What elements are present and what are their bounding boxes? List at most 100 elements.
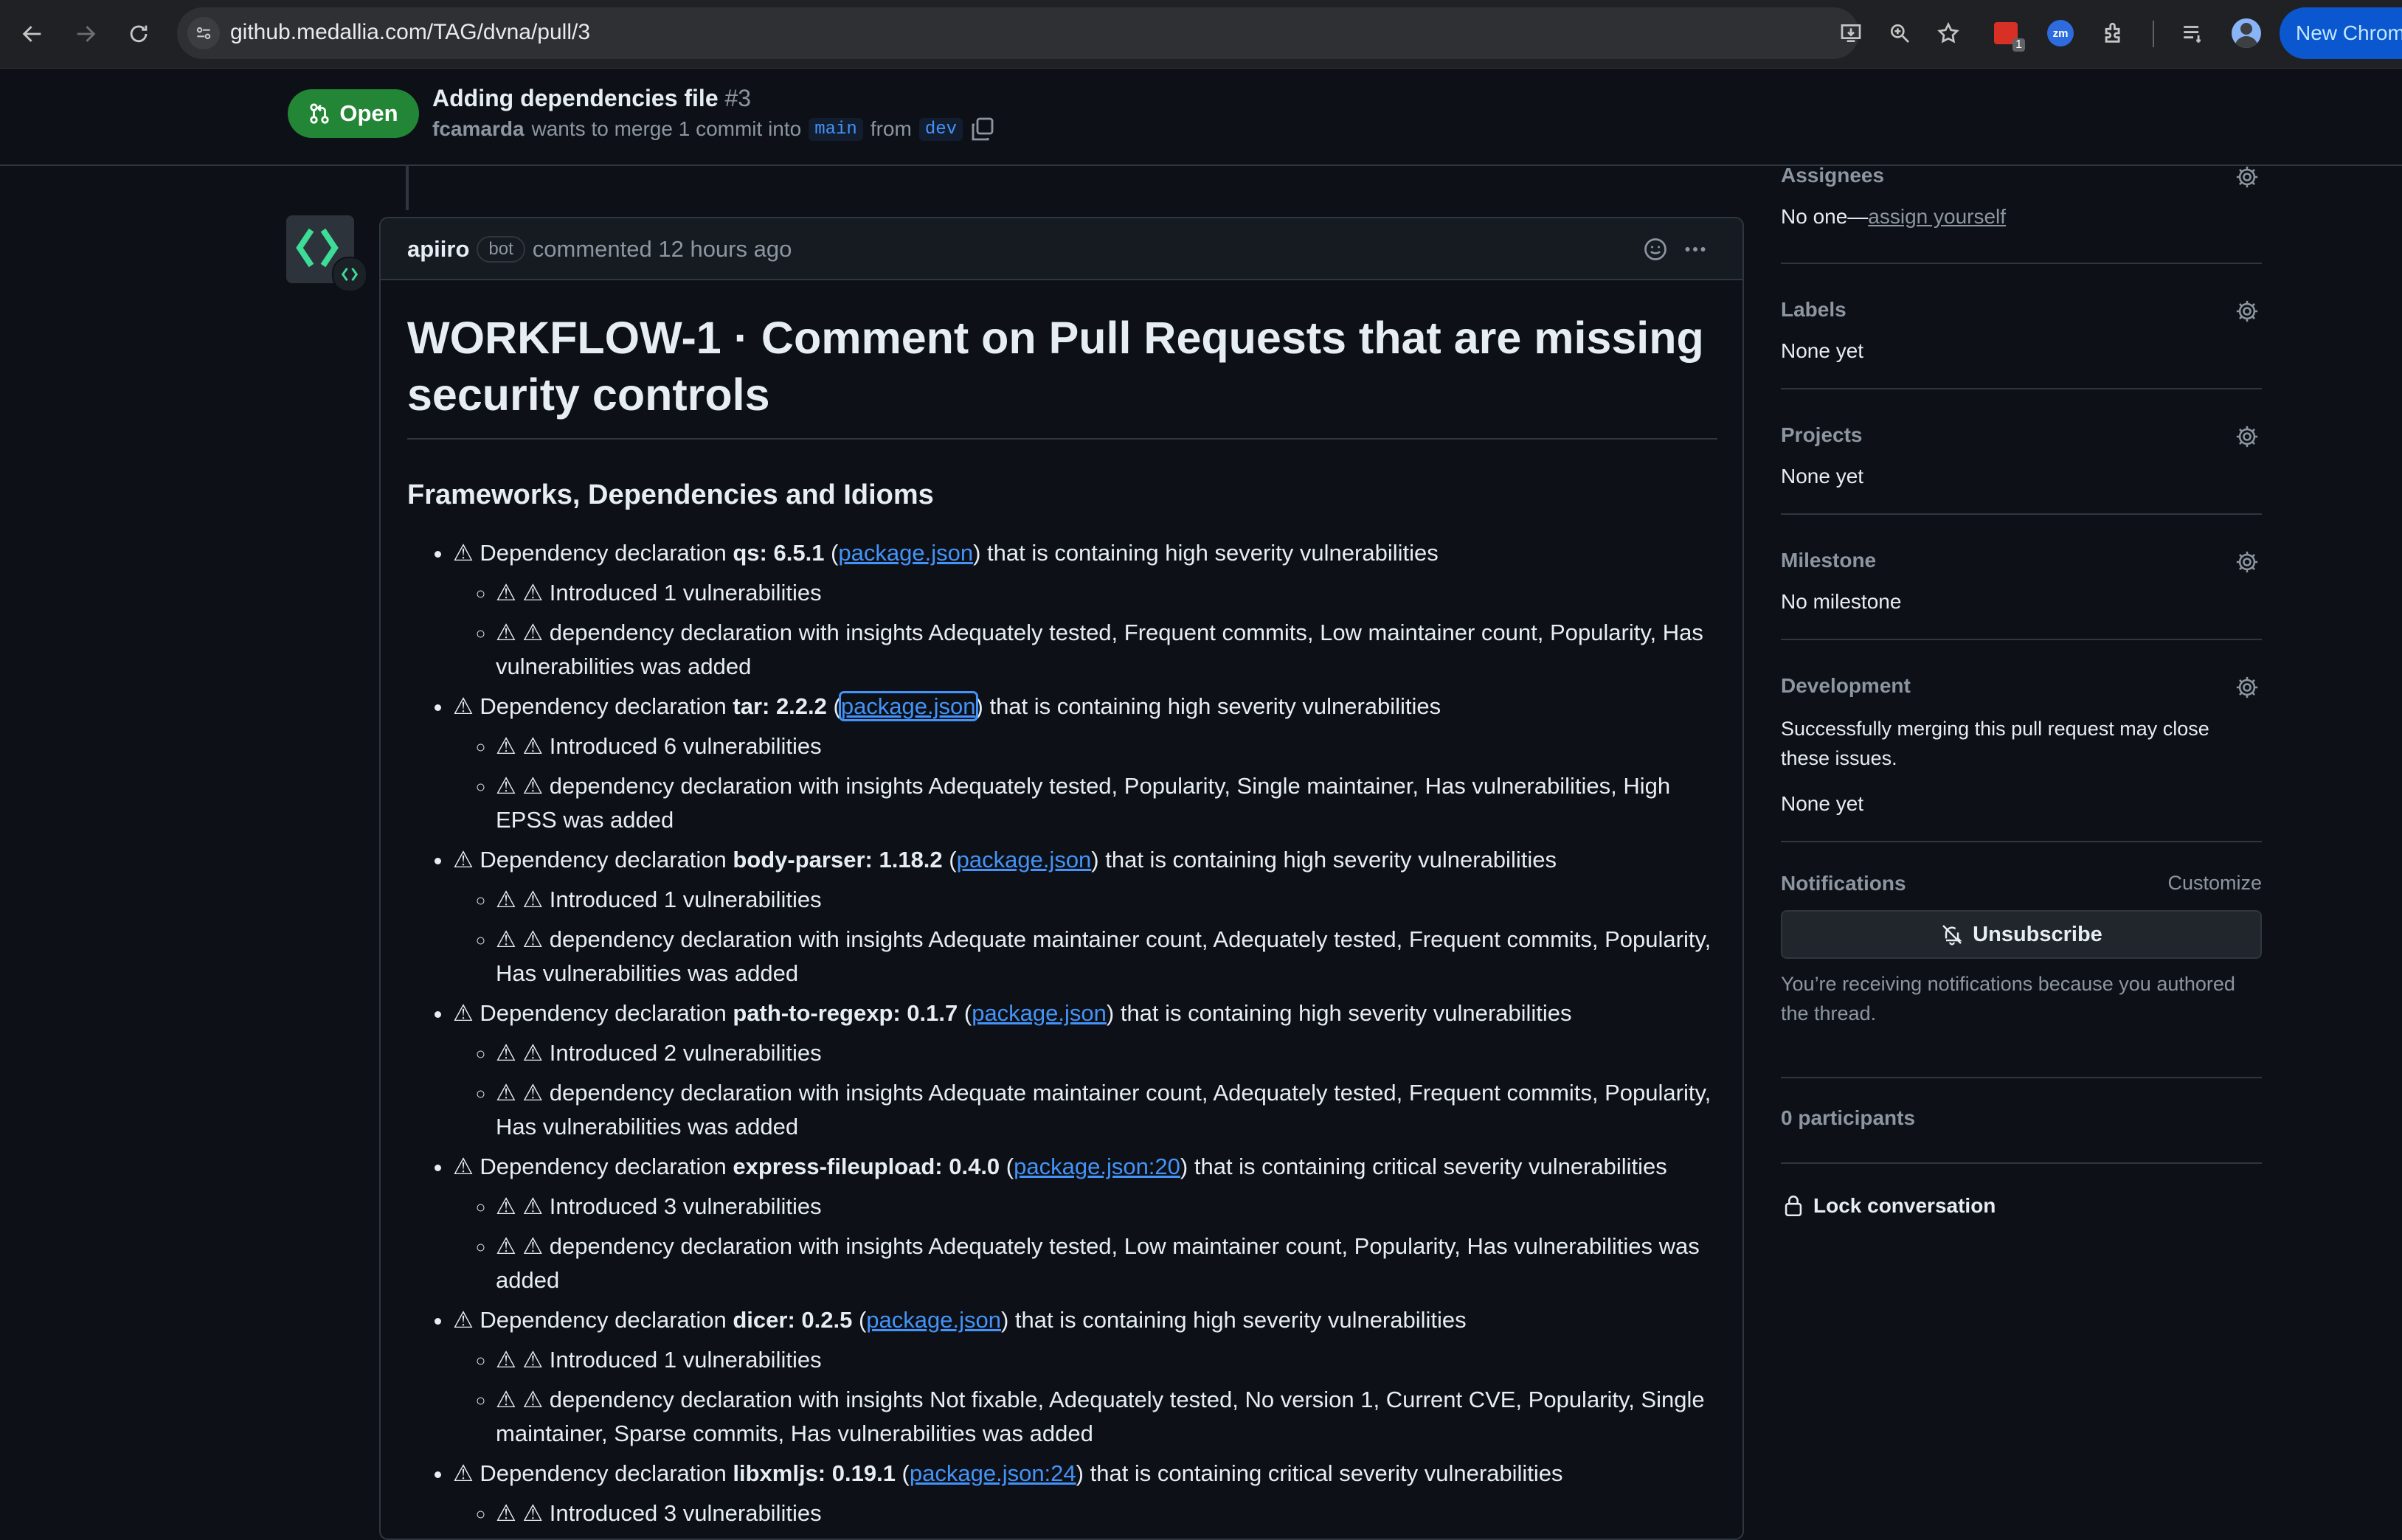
package-json-link[interactable]: package.json	[866, 1307, 1001, 1333]
notifications-desc: You’re receiving notifications because y…	[1781, 973, 2235, 1024]
dependency-prefix: ⚠ Dependency declaration	[453, 847, 727, 873]
notifications-title: Notifications	[1781, 872, 1906, 895]
timeline-line	[406, 166, 409, 210]
dependency-name: express-fileupload: 0.4.0	[733, 1154, 1000, 1179]
dependency-suffix: that is containing high severity vulnera…	[1120, 1000, 1572, 1026]
pr-sidebar: Assignees No one—assign yourself Labels …	[1781, 164, 2262, 1218]
dependency-insights: ⚠ ⚠ dependency declaration with insights…	[496, 769, 1717, 837]
development-title[interactable]: Development	[1781, 674, 1911, 698]
participants-section: 0 participants	[1781, 1078, 2262, 1164]
bot-app-badge	[332, 257, 367, 292]
comment-heading: WORKFLOW-1 · Comment on Pull Requests th…	[407, 310, 1717, 440]
milestone-title[interactable]: Milestone	[1781, 549, 1876, 572]
dependency-insights: ⚠ ⚠ dependency declaration with insights…	[496, 1536, 1717, 1539]
apiiro-avatar[interactable]	[286, 215, 367, 292]
pr-number: #3	[724, 85, 752, 111]
reload-icon	[130, 25, 148, 43]
zoom-extension-icon[interactable]: zm	[2043, 16, 2077, 50]
assignees-section: Assignees No one—assign yourself	[1781, 164, 2262, 264]
pr-author-link[interactable]: fcamarda	[432, 117, 525, 141]
dependency-suffix: that is containing critical severity vul…	[1194, 1154, 1667, 1179]
milestone-gear-icon[interactable]	[2232, 547, 2262, 577]
dependency-details: ⚠ ⚠ Introduced 6 vulnerabilities ⚠ ⚠ depe…	[453, 729, 1717, 837]
dependency-details: ⚠ ⚠ Introduced 1 vulnerabilities ⚠ ⚠ depe…	[453, 576, 1717, 684]
dependency-details: ⚠ ⚠ Introduced 1 vulnerabilities ⚠ ⚠ depe…	[453, 1343, 1717, 1451]
assignees-none: No one—	[1781, 205, 1869, 228]
introduced-vulns: ⚠ ⚠ Introduced 1 vulnerabilities	[496, 576, 1717, 610]
toolbar-divider	[2153, 21, 2154, 47]
development-section: Development Successfully merging this pu…	[1781, 640, 2262, 842]
package-json-link[interactable]: package.json:24	[910, 1460, 1076, 1486]
projects-gear-icon[interactable]	[2232, 422, 2262, 451]
pr-state-badge: Open	[288, 89, 419, 138]
package-json-link[interactable]: package.json	[957, 847, 1092, 873]
dependency-name: qs: 6.5.1	[733, 540, 825, 566]
new-chrome-button[interactable]: New Chrom	[2280, 7, 2402, 59]
development-desc: Successfully merging this pull request m…	[1781, 718, 2209, 769]
comment-author[interactable]: apiiro	[407, 236, 469, 263]
customize-link[interactable]: Customize	[2167, 872, 2262, 895]
milestone-section: Milestone No milestone	[1781, 515, 2262, 640]
dependency-prefix: ⚠ Dependency declaration	[453, 1460, 727, 1486]
address-bar[interactable]: github.medallia.com/TAG/dvna/pull/3	[177, 7, 1959, 59]
assignees-gear-icon[interactable]	[2232, 162, 2262, 192]
projects-section: Projects None yet	[1781, 389, 2262, 515]
labels-gear-icon[interactable]	[2232, 296, 2262, 326]
package-json-link[interactable]: package.json:20	[1014, 1154, 1180, 1179]
pr-title-text: Adding dependencies file	[432, 85, 719, 111]
back-button[interactable]	[15, 16, 50, 52]
base-branch[interactable]: main	[809, 117, 863, 141]
bookmark-star-icon[interactable]	[1934, 19, 1962, 47]
reload-button[interactable]	[121, 16, 156, 52]
dependency-item: ⚠ Dependency declaration libxmljs: 0.19.…	[453, 1457, 1717, 1539]
labels-title[interactable]: Labels	[1781, 298, 1847, 322]
lock-conversation-button[interactable]: Lock conversation	[1781, 1193, 2262, 1218]
introduced-vulns: ⚠ ⚠ Introduced 3 vulnerabilities	[496, 1496, 1717, 1530]
lock-conversation-label: Lock conversation	[1813, 1194, 1996, 1217]
introduced-vulns: ⚠ ⚠ Introduced 1 vulnerabilities	[496, 883, 1717, 917]
reading-list-icon[interactable]	[2176, 16, 2210, 50]
dependency-details: ⚠ ⚠ Introduced 3 vulnerabilities ⚠ ⚠ depe…	[453, 1496, 1717, 1539]
pr-merge-info: fcamarda wants to merge 1 commit into ma…	[432, 117, 994, 141]
dependency-prefix: ⚠ Dependency declaration	[453, 1307, 727, 1333]
package-json-link[interactable]: package.json	[838, 540, 973, 566]
forward-button[interactable]	[68, 16, 103, 52]
comment-meta: apiiro bot commented 12 hours ago	[407, 236, 792, 263]
url-text[interactable]: github.medallia.com/TAG/dvna/pull/3	[230, 20, 590, 45]
dependency-name: libxmljs: 0.19.1	[733, 1460, 896, 1486]
comment-card: apiiro bot commented 12 hours ago WORKFL…	[379, 217, 1744, 1540]
package-json-link[interactable]: package.json	[972, 1000, 1107, 1026]
assignees-title[interactable]: Assignees	[1781, 164, 1884, 187]
from-text: from	[870, 117, 912, 140]
lock-icon	[1785, 1196, 1802, 1217]
dependency-prefix: ⚠ Dependency declaration	[453, 693, 727, 719]
development-gear-icon[interactable]	[2232, 673, 2262, 702]
dependency-name: body-parser: 1.18.2	[733, 847, 943, 873]
site-settings-icon[interactable]	[187, 17, 220, 49]
unsubscribe-label: Unsubscribe	[1973, 922, 2102, 946]
profile-avatar[interactable]	[2229, 16, 2263, 50]
dependency-suffix: that is containing high severity vulnera…	[1105, 847, 1557, 873]
bot-label: bot	[477, 236, 525, 263]
unsubscribe-button[interactable]: Unsubscribe	[1781, 910, 2262, 959]
dependency-item: ⚠ Dependency declaration express-fileupl…	[453, 1150, 1717, 1297]
install-app-icon[interactable]	[1837, 19, 1865, 47]
emoji-reaction-icon[interactable]	[1641, 235, 1670, 264]
dependency-name: dicer: 0.2.5	[733, 1307, 853, 1333]
notifications-section: Notifications Customize Unsubscribe You’…	[1781, 872, 2262, 1078]
introduced-vulns: ⚠ ⚠ Introduced 6 vulnerabilities	[496, 729, 1717, 763]
package-json-link[interactable]: package.json	[838, 691, 978, 721]
comment-timestamp[interactable]: commented 12 hours ago	[533, 236, 792, 263]
dependency-insights: ⚠ ⚠ dependency declaration with insights…	[496, 1229, 1717, 1297]
copy-icon[interactable]	[970, 117, 994, 141]
projects-title[interactable]: Projects	[1781, 423, 1863, 447]
dependency-suffix: that is containing high severity vulnera…	[989, 693, 1441, 719]
head-branch[interactable]: dev	[918, 117, 963, 141]
merge-text: wants to merge 1 commit into	[531, 117, 802, 140]
pr-state-label: Open	[339, 100, 398, 126]
extension-icon-red[interactable]: 1	[1989, 16, 2025, 52]
kebab-menu-icon[interactable]	[1681, 235, 1710, 264]
assign-yourself-link[interactable]: assign yourself	[1868, 205, 2006, 228]
extensions-puzzle-icon[interactable]	[2097, 16, 2131, 50]
zoom-icon[interactable]	[1886, 19, 1914, 47]
